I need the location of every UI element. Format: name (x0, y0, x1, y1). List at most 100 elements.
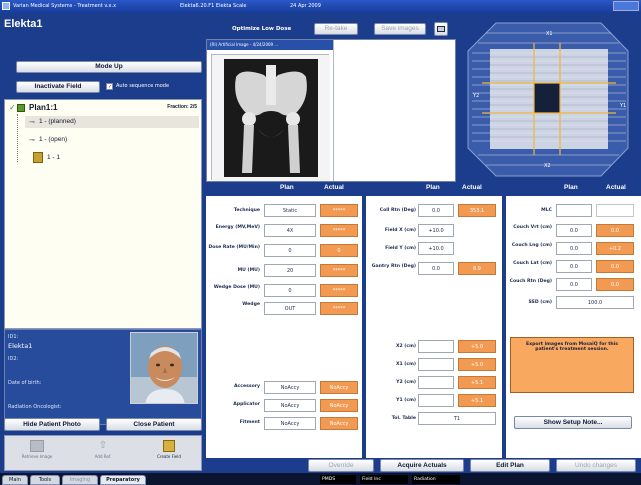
patient-panel: Elekta1 Mode Up Inactivate Field ✓ Auto … (0, 13, 206, 473)
x2-actual: +5.0 (458, 340, 496, 353)
create-field-icon (163, 440, 175, 452)
auto-sequence-label: Auto sequence mode (116, 83, 170, 89)
auto-sequence-checkbox[interactable]: ✓ (106, 83, 113, 90)
retrieve-image-tool[interactable]: Retrieve Image (13, 438, 61, 470)
tab-main[interactable]: Main (2, 475, 28, 485)
actual-header: Actual (324, 184, 344, 191)
mu-actual: ***** (320, 264, 358, 277)
window-controls[interactable] (613, 1, 639, 11)
pelvis-xray-image[interactable] (211, 54, 330, 181)
image-menu-button[interactable] (434, 22, 448, 36)
tree-item-planned[interactable]: ⊸ 1 - (planned) (25, 116, 199, 128)
y2-plan (418, 376, 454, 389)
wedge-label: Wedge (242, 302, 260, 307)
oncologist-label: Radiation Oncologist: (8, 404, 62, 410)
couch-vrt-actual: 0.0 (596, 224, 634, 237)
x1-label: X1 (546, 31, 553, 37)
x2-label: X2 (544, 163, 551, 169)
acquire-actuals-button[interactable]: Acquire Actuals (380, 459, 464, 472)
couch-lng-actual: +0.2 (596, 242, 634, 255)
tab-tools[interactable]: Tools (30, 475, 60, 485)
treatment-parameters: Plan Actual Plan Actual Plan Actual Tech… (206, 182, 641, 458)
couch-lng-label: Couch Lng (cm) (511, 243, 552, 248)
applicator-actual: NoAccy (320, 399, 358, 412)
plan-label: Plan1:1 (29, 103, 58, 112)
status-pmds: PMDS (320, 475, 356, 484)
app-icon (2, 2, 10, 10)
status-field-inc: Field Inc (360, 475, 408, 484)
fraction-label: Fraction: 2/5 (167, 104, 197, 110)
image-tab[interactable]: (RI) Artificial Image - 4/24/2009 ... (207, 40, 333, 50)
coll-rtn-actual: 353.1 (458, 204, 496, 217)
image-list[interactable] (333, 40, 455, 181)
app-title: Varian Medical Systems - Treatment v.x.x (13, 3, 117, 9)
y2-label: Y2 (473, 93, 480, 99)
edit-plan-button[interactable]: Edit Plan (470, 459, 550, 472)
close-patient-button[interactable]: Close Patient (106, 418, 202, 431)
beams-eye-view[interactable]: X1 X2 Y1 Y2 (456, 13, 641, 182)
fitment-plan: NoAccy (264, 417, 316, 430)
couch-lng-plan: 0.0 (556, 242, 592, 255)
y2-label: Y2 (cm) (396, 380, 416, 385)
dob-label: Date of birth: (8, 380, 42, 386)
hide-patient-photo-button[interactable]: Hide Patient Photo (4, 418, 100, 431)
y1-plan (418, 394, 454, 407)
ssd-value: 100.0 (556, 296, 634, 309)
image-viewer[interactable]: (RI) Artificial Image - 4/24/2009 ... (206, 39, 456, 182)
action-tray: Retrieve Image ⇧ Add Ref. Create Field (4, 435, 202, 471)
mu-plan: 20 (264, 264, 316, 277)
mu-label: MU (MU) (237, 268, 260, 273)
retrieve-image-icon (30, 440, 44, 452)
undo-changes-button[interactable]: Undo changes (556, 459, 636, 472)
accessory-plan: NoAccy (264, 381, 316, 394)
wedge-dose-plan: 0 (264, 284, 316, 297)
energy-plan: 4X (264, 224, 316, 237)
image-toolbar: Optimize Low Dose Re-take Save images (206, 13, 456, 39)
mode-up-button[interactable]: Mode Up (16, 61, 202, 73)
retake-button[interactable]: Re-take (314, 23, 358, 35)
action-bar: Override Acquire Actuals Edit Plan Undo … (206, 458, 641, 473)
plan-tree-node[interactable]: ✓ Plan1:1 Fraction: 2/5 (9, 102, 199, 114)
tray-label: Retrieve Image (21, 454, 53, 459)
tol-table-value: T1 (418, 412, 496, 425)
technique-plan: Static (264, 204, 316, 217)
plan-header: Plan (280, 184, 294, 191)
tab-imaging[interactable]: Imaging (62, 475, 98, 485)
tab-preparatory[interactable]: Preparatory (100, 475, 146, 485)
fitment-actual: NoAccy (320, 417, 358, 430)
film-icon (33, 152, 43, 163)
applicator-label: Applicator (233, 402, 260, 407)
mlc-label: MLC (541, 208, 552, 213)
couch-rtn-actual: 0.0 (596, 278, 634, 291)
field-y-plan: +10.0 (418, 242, 454, 255)
x1-plan (418, 358, 454, 371)
create-field-tool[interactable]: Create Field (145, 438, 193, 470)
show-setup-note-button[interactable]: Show Setup Note... (514, 416, 632, 429)
x1-actual: +5.0 (458, 358, 496, 371)
override-button[interactable]: Override (308, 459, 374, 472)
y2-actual: +5.1 (458, 376, 496, 389)
couch-vrt-plan: 0.0 (556, 224, 592, 237)
y1-label: Y1 (cm) (396, 398, 416, 403)
coll-rtn-label: Coll Rtn (Deg) (379, 208, 416, 213)
mlc-actual (596, 204, 634, 217)
save-images-button[interactable]: Save images (374, 23, 426, 35)
y1-label: Y1 (620, 103, 627, 109)
inactivate-field-button[interactable]: Inactivate Field (16, 81, 100, 93)
actual-header: Actual (462, 184, 482, 191)
energy-label: Energy (MV,MeV) (215, 225, 260, 230)
y1-actual: +5.1 (458, 394, 496, 407)
field-x-label: Field X (cm) (384, 228, 416, 233)
x2-plan (418, 340, 454, 353)
plan-icon (17, 104, 25, 112)
applicator-plan: NoAccy (264, 399, 316, 412)
couch-rtn-plan: 0.0 (556, 278, 592, 291)
add-ref-tool[interactable]: ⇧ Add Ref. (79, 438, 127, 470)
fitment-label: Fitment (239, 420, 260, 425)
accessory-actual: NoAccy (320, 381, 358, 394)
patient-name: Elekta1 (4, 18, 43, 30)
tree-item-image[interactable]: 1 - 1 (33, 152, 199, 164)
tree-item-label: 1 - 1 (47, 154, 61, 161)
check-icon: ✓ (9, 103, 16, 112)
tree-item-open[interactable]: ⊸ 1 - (open) (25, 134, 199, 146)
